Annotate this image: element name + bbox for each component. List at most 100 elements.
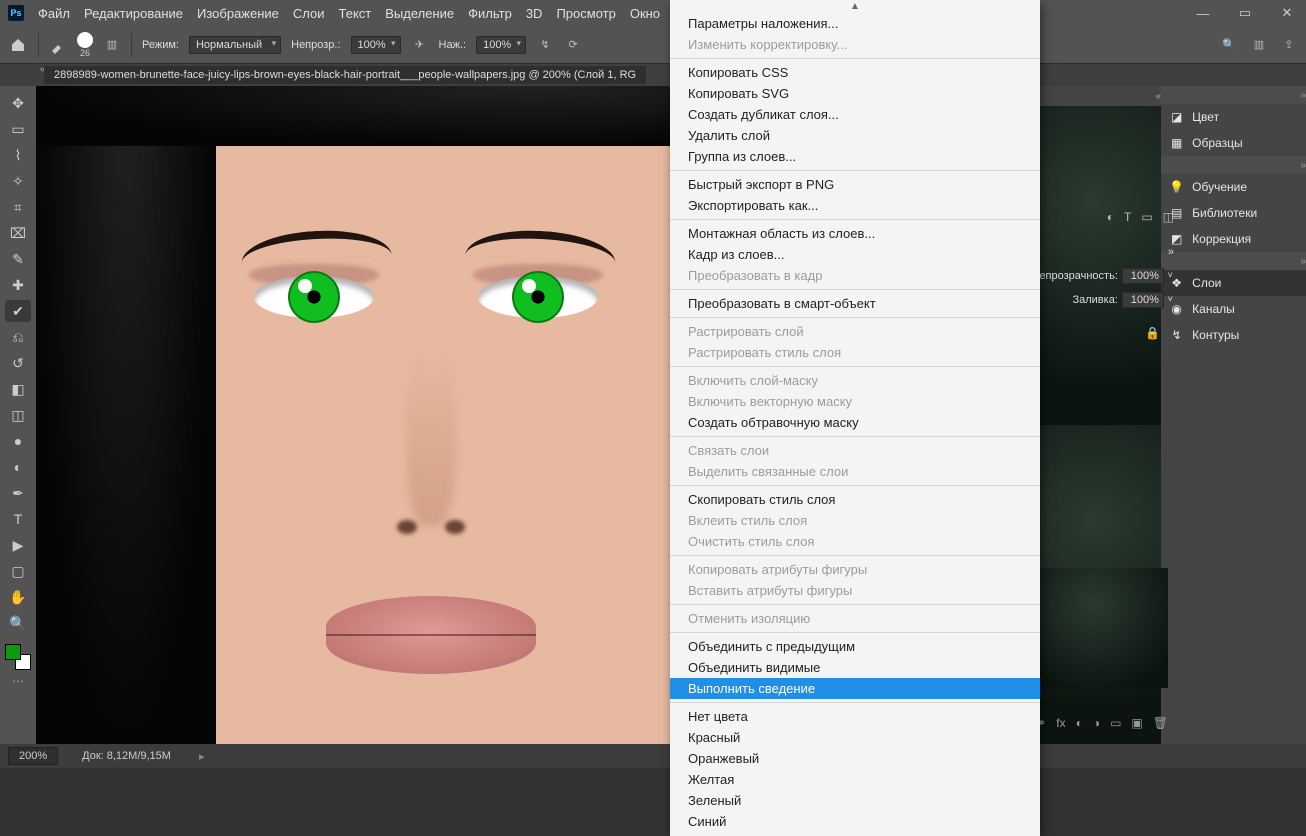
- menu-scroll-up-icon[interactable]: ▲: [670, 0, 1040, 13]
- layer-fill-input[interactable]: 100%: [1122, 292, 1164, 308]
- filter-type-icon[interactable]: T: [1124, 210, 1131, 224]
- menu-item[interactable]: Преобразовать в смарт-объект: [670, 293, 1040, 314]
- window-restore-icon[interactable]: ▭: [1234, 7, 1256, 19]
- menu-item[interactable]: Монтажная область из слоев...: [670, 223, 1040, 244]
- menu-item[interactable]: Копировать SVG: [670, 83, 1040, 104]
- brush-panel-icon[interactable]: ▥: [103, 36, 121, 54]
- layer-thumb-large[interactable]: [1018, 568, 1168, 688]
- zoom-tool[interactable]: 🔍: [5, 612, 31, 634]
- rectangle-tool[interactable]: ▢: [5, 560, 31, 582]
- layer-filter-row: ◐ T ▭ ◫: [1107, 210, 1174, 224]
- filter-shapes-icon[interactable]: ▭: [1141, 210, 1152, 224]
- eyedropper-tool[interactable]: ✎: [5, 248, 31, 270]
- path-selection-tool[interactable]: ▶: [5, 534, 31, 556]
- adjustment-layer-icon[interactable]: ◑: [1093, 716, 1100, 730]
- panel-tab-Цвет[interactable]: ◪Цвет: [1161, 104, 1306, 130]
- color-swatches[interactable]: [5, 644, 31, 670]
- opacity-dropdown[interactable]: 100%: [351, 36, 401, 54]
- menu-item[interactable]: Быстрый экспорт в PNG: [670, 174, 1040, 195]
- menu-item[interactable]: Кадр из слоев...: [670, 244, 1040, 265]
- panel-tab-Обучение[interactable]: 💡Обучение: [1161, 174, 1306, 200]
- panel-tab-Каналы[interactable]: ◉Каналы: [1161, 296, 1306, 322]
- healing-brush-tool[interactable]: ✚: [5, 274, 31, 296]
- frame-tool[interactable]: ⌧: [5, 222, 31, 244]
- panel-tab-Библиотеки[interactable]: ▤Библиотеки: [1161, 200, 1306, 226]
- menu-item[interactable]: Красный: [670, 727, 1040, 748]
- menu-item[interactable]: Оранжевый: [670, 748, 1040, 769]
- magic-wand-tool[interactable]: ✧: [5, 170, 31, 192]
- marquee-tool[interactable]: ▭: [5, 118, 31, 140]
- menu-фильтр[interactable]: Фильтр: [468, 6, 512, 21]
- menu-выделение[interactable]: Выделение: [385, 6, 454, 21]
- dodge-tool[interactable]: ◐: [5, 456, 31, 478]
- menu-item[interactable]: Удалить слой: [670, 125, 1040, 146]
- menu-item[interactable]: Объединить с предыдущим: [670, 636, 1040, 657]
- menu-item[interactable]: Копировать CSS: [670, 62, 1040, 83]
- window-close-icon[interactable]: ✕: [1276, 7, 1298, 19]
- menu-изображение[interactable]: Изображение: [197, 6, 279, 21]
- menu-item[interactable]: Объединить видимые: [670, 657, 1040, 678]
- menu-слои[interactable]: Слои: [293, 6, 325, 21]
- delete-layer-icon[interactable]: 🗑: [1153, 716, 1168, 730]
- smoothing-icon[interactable]: ⟳: [564, 36, 582, 54]
- menu-item[interactable]: Желтая: [670, 769, 1040, 790]
- search-icon[interactable]: 🔍: [1220, 36, 1238, 54]
- right-panel-collapse-icon[interactable]: »: [1161, 86, 1306, 104]
- menu-текст[interactable]: Текст: [339, 6, 372, 21]
- airbrush-icon[interactable]: ↯: [536, 36, 554, 54]
- new-group-icon[interactable]: ▭: [1110, 716, 1121, 730]
- new-layer-icon[interactable]: ▣: [1131, 716, 1142, 730]
- workspace-icon[interactable]: ▥: [1250, 36, 1268, 54]
- panel-tab-Образцы[interactable]: ▦Образцы: [1161, 130, 1306, 156]
- menu-просмотр[interactable]: Просмотр: [556, 6, 615, 21]
- menu-файл[interactable]: Файл: [38, 6, 70, 21]
- layer-mask-icon[interactable]: ◐: [1076, 716, 1083, 730]
- opacity-pressure-icon[interactable]: ✈: [411, 36, 429, 54]
- status-chevron-icon[interactable]: ▸: [199, 750, 205, 763]
- more-tools-icon[interactable]: ⋯: [12, 674, 24, 688]
- menu-item[interactable]: Синий: [670, 811, 1040, 832]
- crop-tool[interactable]: ⌗: [5, 196, 31, 218]
- brush-tool[interactable]: ✔: [5, 300, 31, 322]
- move-tool[interactable]: ✥: [5, 92, 31, 114]
- panel-tab-Коррекция[interactable]: ◩Коррекция: [1161, 226, 1306, 252]
- menu-item[interactable]: Создать дубликат слоя...: [670, 104, 1040, 125]
- panel-tab-Слои[interactable]: ❖Слои: [1161, 270, 1306, 296]
- hand-tool[interactable]: ✋: [5, 586, 31, 608]
- mode-dropdown[interactable]: Нормальный: [189, 36, 281, 54]
- window-minimize-icon[interactable]: —: [1192, 7, 1214, 19]
- panel-tab-Контуры[interactable]: ↯Контуры: [1161, 322, 1306, 348]
- flow-dropdown[interactable]: 100%: [476, 36, 526, 54]
- gradient-tool[interactable]: ◫: [5, 404, 31, 426]
- document-tab[interactable]: 2898989-women-brunette-face-juicy-lips-b…: [44, 66, 646, 84]
- menu-item[interactable]: Создать обтравочную маску: [670, 412, 1040, 433]
- menu-3d[interactable]: 3D: [526, 6, 543, 21]
- type-tool[interactable]: T: [5, 508, 31, 530]
- lasso-tool[interactable]: ⌇: [5, 144, 31, 166]
- menu-item[interactable]: Зеленый: [670, 790, 1040, 811]
- filter-smart-icon[interactable]: ◫: [1163, 210, 1174, 224]
- eraser-tool[interactable]: ◧: [5, 378, 31, 400]
- menu-item[interactable]: Параметры наложения...: [670, 13, 1040, 34]
- lock-icon[interactable]: 🔒: [1145, 326, 1160, 340]
- history-brush-tool[interactable]: ↺: [5, 352, 31, 374]
- filter-adjustments-icon[interactable]: ◐: [1107, 210, 1114, 224]
- brush-size-icon[interactable]: [77, 32, 93, 48]
- zoom-level[interactable]: 200%: [8, 747, 58, 765]
- menu-item[interactable]: Нет цвета: [670, 706, 1040, 727]
- menu-item[interactable]: Скопировать стиль слоя: [670, 489, 1040, 510]
- layer-opacity-input[interactable]: 100%: [1122, 268, 1164, 284]
- blur-tool[interactable]: ●: [5, 430, 31, 452]
- menu-item[interactable]: Экспортировать как...: [670, 195, 1040, 216]
- pen-tool[interactable]: ✒: [5, 482, 31, 504]
- clone-stamp-tool[interactable]: ⎌: [5, 326, 31, 348]
- panel-collapse-icon[interactable]: «: [1026, 86, 1161, 106]
- menu-item[interactable]: Выполнить сведение: [670, 678, 1040, 699]
- home-icon[interactable]: [8, 35, 28, 55]
- share-icon[interactable]: ⇪: [1280, 36, 1298, 54]
- menu-редактирование[interactable]: Редактирование: [84, 6, 183, 21]
- layer-fx-icon[interactable]: fx: [1056, 716, 1065, 730]
- menu-окно[interactable]: Окно: [630, 6, 660, 21]
- brush-preset-icon[interactable]: [49, 36, 67, 54]
- menu-item[interactable]: Группа из слоев...: [670, 146, 1040, 167]
